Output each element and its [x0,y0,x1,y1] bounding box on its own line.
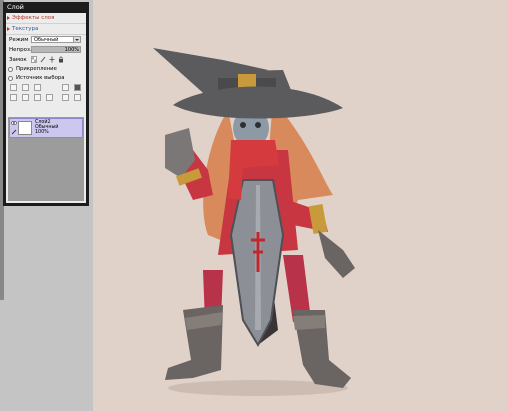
clear-layer-icon[interactable] [10,94,17,101]
layer-item[interactable]: Слой2 Обычный 100% [9,118,83,138]
witch-illustration [153,48,355,396]
hat-brim [173,86,343,119]
lock-row: Замок [6,55,86,65]
mode-row: Режим Обычный [6,35,86,45]
lock-move-icon[interactable] [49,56,55,63]
new-layer-icon[interactable] [10,84,17,91]
layer-mask-icon[interactable] [74,84,81,91]
layer-list[interactable]: Слой2 Обычный 100% [8,117,84,201]
lock-paint-icon[interactable] [40,56,46,63]
opacity-row: Непроз. 100% [6,45,86,55]
new-vector-layer-icon[interactable] [22,84,29,91]
eye-icon[interactable] [11,120,17,126]
eye-left [240,122,246,128]
selection-source-checkbox[interactable]: Источник выбора [6,74,86,83]
selection-source-label: Источник выбора [16,75,65,81]
layer-toolbar-2 [6,93,86,103]
layer-opacity: 100% [35,130,49,135]
texture-label: Текстура [12,26,39,32]
new-folder-icon[interactable] [34,84,41,91]
panel-title[interactable]: Слой [3,2,89,13]
opacity-value: 100% [64,47,79,53]
lock-label: Замок [9,57,27,63]
right-bracer-band [308,203,328,235]
layer-toolbar-1 [6,83,86,93]
layer-effects-link[interactable]: Эффекты слоя [6,13,86,24]
clipping-checkbox-box[interactable] [8,67,13,72]
right-gauntlet [318,230,355,278]
expand-triangle-icon [7,27,10,31]
mode-label: Режим [9,37,29,43]
opacity-label: Непроз. [9,47,32,53]
pen-icon [11,129,17,135]
undo-layer-icon[interactable] [22,94,29,101]
transfer-down-icon[interactable] [34,94,41,101]
merge-layer-icon[interactable] [62,84,69,91]
drawing-canvas[interactable] [93,0,507,411]
eye-right [255,122,261,128]
layer-effects-label: Эффекты слоя [12,15,55,21]
copy-layer-icon[interactable] [62,94,69,101]
merge-down-icon[interactable] [46,94,53,101]
layer-panel: Слой Эффекты слоя Текстура Режим Обычный… [3,2,89,206]
lock-transparency-icon[interactable] [31,56,37,63]
selection-source-checkbox-box[interactable] [8,76,13,81]
expand-triangle-icon [7,16,10,20]
right-boot-cuff [293,315,325,330]
blend-mode-select[interactable]: Обычный [31,36,81,43]
panel-body: Эффекты слоя Текстура Режим Обычный Непр… [6,13,86,203]
texture-link[interactable]: Текстура [6,24,86,35]
layer-thumbnail [18,121,32,135]
blend-mode-value: Обычный [34,37,59,43]
chevron-down-icon [73,37,80,42]
clipping-checkbox[interactable]: Прикрепление [6,65,86,74]
delete-layer-icon[interactable] [74,94,81,101]
lock-all-icon[interactable] [58,56,64,63]
clipping-label: Прикрепление [16,66,57,72]
opacity-slider[interactable]: 100% [31,46,81,53]
